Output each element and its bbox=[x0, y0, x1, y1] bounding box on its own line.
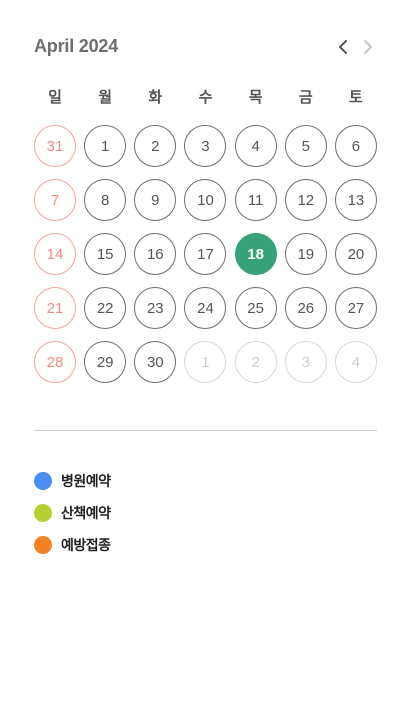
day-cell[interactable]: 9 bbox=[134, 179, 177, 221]
next-month-button[interactable] bbox=[359, 36, 377, 58]
calendar-week-row: 14 15 16 17 18 19 20 bbox=[34, 233, 377, 275]
month-title: April 2024 bbox=[34, 36, 119, 56]
day-cell[interactable]: 12 bbox=[284, 179, 327, 221]
weekday-label: 목 bbox=[248, 88, 263, 106]
legend-dot-icon bbox=[34, 472, 52, 490]
legend: 병원예약산책예약예방접종 bbox=[34, 472, 111, 568]
day-cell-outside-month[interactable]: 3 bbox=[284, 341, 327, 383]
day-cell-outside-month[interactable]: 4 bbox=[334, 341, 377, 383]
day-cell[interactable]: 24 bbox=[184, 287, 227, 329]
legend-label: 예방접종 bbox=[61, 538, 111, 554]
day-cell[interactable]: 30 bbox=[134, 341, 177, 383]
weekday-label: 월 bbox=[98, 88, 113, 106]
day-cell[interactable]: 27 bbox=[334, 287, 377, 329]
day-cell-outside-month[interactable]: 1 bbox=[184, 341, 227, 383]
day-cell[interactable]: 11 bbox=[234, 179, 277, 221]
day-cell[interactable]: 5 bbox=[284, 125, 327, 167]
day-cell-outside-month[interactable]: 2 bbox=[234, 341, 277, 383]
day-cell[interactable]: 19 bbox=[284, 233, 327, 275]
weekday-label: 금 bbox=[298, 88, 313, 106]
day-cell[interactable]: 15 bbox=[84, 233, 127, 275]
day-cell[interactable]: 4 bbox=[234, 125, 277, 167]
day-cell[interactable]: 20 bbox=[334, 233, 377, 275]
legend-label: 산책예약 bbox=[61, 506, 111, 522]
day-cell-selected[interactable]: 18 bbox=[234, 233, 277, 275]
day-cell-sunday[interactable]: 31 bbox=[34, 125, 76, 167]
chevron-left-icon bbox=[339, 40, 347, 54]
day-cell[interactable]: 16 bbox=[134, 233, 177, 275]
day-cell[interactable]: 17 bbox=[184, 233, 227, 275]
calendar-header: April 2024 bbox=[34, 36, 377, 58]
prev-month-button[interactable] bbox=[334, 36, 352, 58]
day-cell[interactable]: 1 bbox=[84, 125, 127, 167]
day-cell[interactable]: 2 bbox=[134, 125, 177, 167]
legend-item: 산책예약 bbox=[34, 504, 111, 522]
day-cell[interactable]: 22 bbox=[84, 287, 127, 329]
weekday-label: 화 bbox=[148, 88, 163, 106]
day-cell[interactable]: 6 bbox=[334, 125, 377, 167]
day-cell[interactable]: 29 bbox=[84, 341, 127, 383]
weekday-label: 일 bbox=[48, 88, 62, 106]
day-cell-sunday[interactable]: 7 bbox=[34, 179, 76, 221]
legend-item: 병원예약 bbox=[34, 472, 111, 490]
day-cell[interactable]: 26 bbox=[284, 287, 327, 329]
weekday-header: 일 월 화 수 목 금 토 bbox=[34, 86, 377, 106]
calendar-week-row: 28 29 30 1 2 3 4 bbox=[34, 341, 377, 383]
day-cell[interactable]: 3 bbox=[184, 125, 227, 167]
calendar-week-row: 21 22 23 24 25 26 27 bbox=[34, 287, 377, 329]
legend-item: 예방접종 bbox=[34, 536, 111, 554]
day-cell[interactable]: 8 bbox=[84, 179, 127, 221]
chevron-right-icon bbox=[364, 40, 372, 54]
day-cell[interactable]: 23 bbox=[134, 287, 177, 329]
calendar-week-row: 7 8 9 10 11 12 13 bbox=[34, 179, 377, 221]
day-cell-sunday[interactable]: 28 bbox=[34, 341, 76, 383]
calendar-week-row: 31 1 2 3 4 5 6 bbox=[34, 125, 377, 167]
day-cell[interactable]: 10 bbox=[184, 179, 227, 221]
legend-label: 병원예약 bbox=[61, 474, 111, 490]
day-cell-sunday[interactable]: 21 bbox=[34, 287, 76, 329]
legend-dot-icon bbox=[34, 536, 52, 554]
weekday-label: 수 bbox=[198, 88, 213, 106]
day-cell[interactable]: 25 bbox=[234, 287, 277, 329]
legend-dot-icon bbox=[34, 504, 52, 522]
divider bbox=[34, 430, 377, 431]
day-cell-sunday[interactable]: 14 bbox=[34, 233, 76, 275]
day-cell[interactable]: 13 bbox=[334, 179, 377, 221]
calendar-grid: 31 1 2 3 4 5 6 7 8 9 10 11 12 13 14 15 16 17 18 19 20 21 22 23 2… bbox=[34, 125, 377, 395]
weekday-label: 토 bbox=[349, 88, 363, 106]
